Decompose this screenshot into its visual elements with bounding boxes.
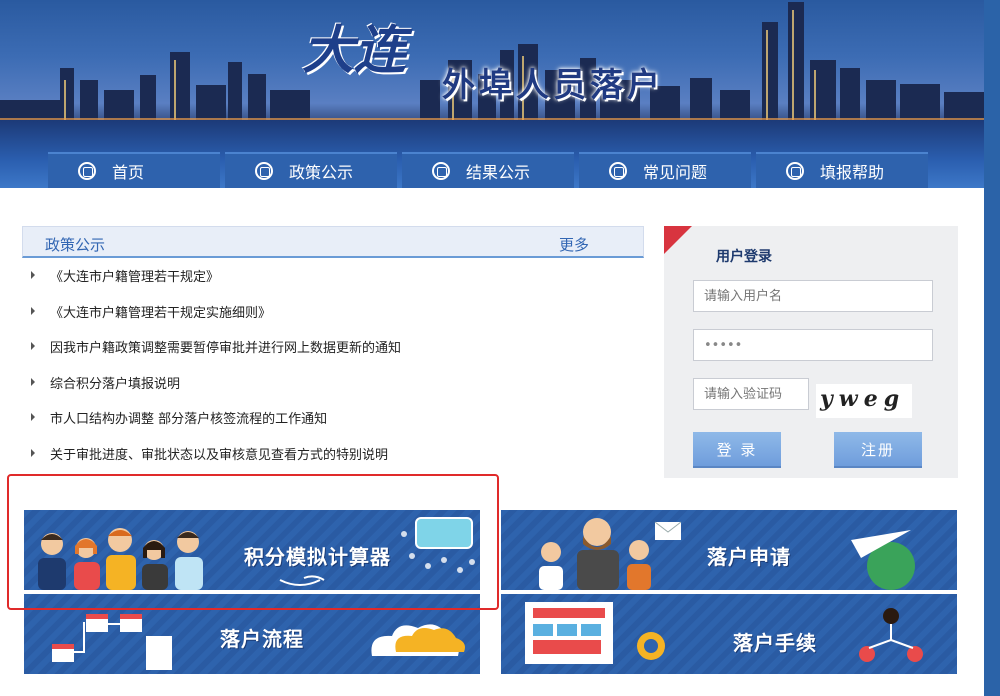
nav-item-policy[interactable]: 政策公示 (225, 152, 397, 188)
policy-list: 《大连市户籍管理若干规定》 《大连市户籍管理若干规定实施细则》 因我市户籍政策调… (22, 258, 644, 471)
register-button[interactable]: 注册 (834, 432, 922, 468)
nav-item-label: 常见问题 (643, 163, 708, 182)
tile-points-calculator[interactable]: 积分模拟计算器 (24, 510, 480, 590)
arrow-bullet-icon (31, 271, 35, 279)
login-title: 用户登录 (716, 249, 772, 265)
policy-item-text[interactable]: 因我市户籍政策调整需要暂停审批并进行网上数据更新的通知 (50, 337, 401, 356)
nav-item-home[interactable]: 首页 (48, 152, 220, 188)
policy-icon (255, 162, 273, 180)
arrow-bullet-icon (31, 413, 35, 421)
policy-item[interactable]: 综合积分落户填报说明 (22, 365, 644, 401)
policy-panel: 政策公示 更多 《大连市户籍管理若干规定》 《大连市户籍管理若干规定实施细则》 … (22, 226, 644, 471)
policy-item[interactable]: 关于审批进度、审批状态以及审核意见查看方式的特别说明 (22, 436, 644, 472)
main-nav: 首页 政策公示 结果公示 常见问题 填报帮助 (48, 152, 933, 188)
tile-label: 落户流程 (220, 627, 304, 651)
tile-label: 落户申请 (707, 545, 791, 569)
policy-more-link[interactable]: 更多 (559, 234, 589, 255)
captcha-image[interactable]: yweg (816, 384, 912, 418)
tile-label: 落户手续 (733, 631, 817, 655)
policy-item-text[interactable]: 市人口结构办调整 部分落户核签流程的工作通知 (50, 408, 327, 427)
logo-city-text: 大连 (302, 20, 407, 81)
nav-item-label: 首页 (112, 163, 145, 182)
nav-item-label: 填报帮助 (820, 163, 885, 182)
network-people-icon (883, 608, 899, 624)
nav-item-label: 政策公示 (289, 163, 354, 182)
tile-household-process[interactable]: 落户流程 (24, 594, 480, 674)
login-panel: 用户登录 yweg 登 录 注册 (664, 226, 958, 478)
captcha-input[interactable] (693, 378, 809, 410)
username-input[interactable] (693, 280, 933, 312)
result-icon (432, 162, 450, 180)
phone-icon (415, 517, 473, 549)
nav-item-label: 结果公示 (466, 163, 531, 182)
policy-item[interactable]: 《大连市户籍管理若干规定实施细则》 (22, 294, 644, 330)
policy-header: 政策公示 更多 (22, 226, 644, 258)
logo-title-text: 外埠人员落户 (442, 65, 664, 104)
tile-household-procedures[interactable]: 落户手续 (501, 594, 957, 674)
policy-item[interactable]: 因我市户籍政策调整需要暂停审批并进行网上数据更新的通知 (22, 329, 644, 365)
policy-item-text[interactable]: 关于审批进度、审批状态以及审核意见查看方式的特别说明 (50, 444, 388, 463)
arrow-bullet-icon (31, 448, 35, 457)
header-banner: 大连 外埠人员落户 首页 政策公示 结果公示 常见问题 填报帮助 (0, 0, 984, 188)
corner-ribbon-icon (664, 226, 692, 254)
arrow-bullet-icon (31, 342, 35, 350)
arrow-bullet-icon (31, 306, 35, 315)
nav-item-faq[interactable]: 常见问题 (579, 152, 751, 188)
faq-icon (609, 162, 627, 180)
policy-title: 政策公示 (45, 236, 106, 254)
page: 大连 外埠人员落户 首页 政策公示 结果公示 常见问题 填报帮助 政策公示 更多… (0, 0, 1000, 696)
password-input[interactable] (693, 329, 933, 361)
procedures-illustration (525, 602, 923, 664)
tile-label: 积分模拟计算器 (244, 545, 391, 569)
tile-household-apply[interactable]: 落户申请 (501, 510, 957, 590)
arrow-bullet-icon (31, 377, 35, 386)
policy-item[interactable]: 《大连市户籍管理若干规定》 (22, 258, 644, 294)
help-icon (786, 162, 804, 180)
policy-item-text[interactable]: 《大连市户籍管理若干规定实施细则》 (50, 302, 271, 321)
nav-item-help[interactable]: 填报帮助 (756, 152, 928, 188)
right-edge-bar (984, 0, 1000, 696)
policy-item[interactable]: 市人口结构办调整 部分落户核签流程的工作通知 (22, 400, 644, 436)
home-icon (78, 162, 96, 180)
document-icon (146, 636, 172, 670)
login-button[interactable]: 登 录 (693, 432, 781, 468)
policy-item-text[interactable]: 《大连市户籍管理若干规定》 (50, 266, 219, 285)
policy-item-text[interactable]: 综合积分落户填报说明 (50, 373, 180, 392)
nav-item-results[interactable]: 结果公示 (402, 152, 574, 188)
